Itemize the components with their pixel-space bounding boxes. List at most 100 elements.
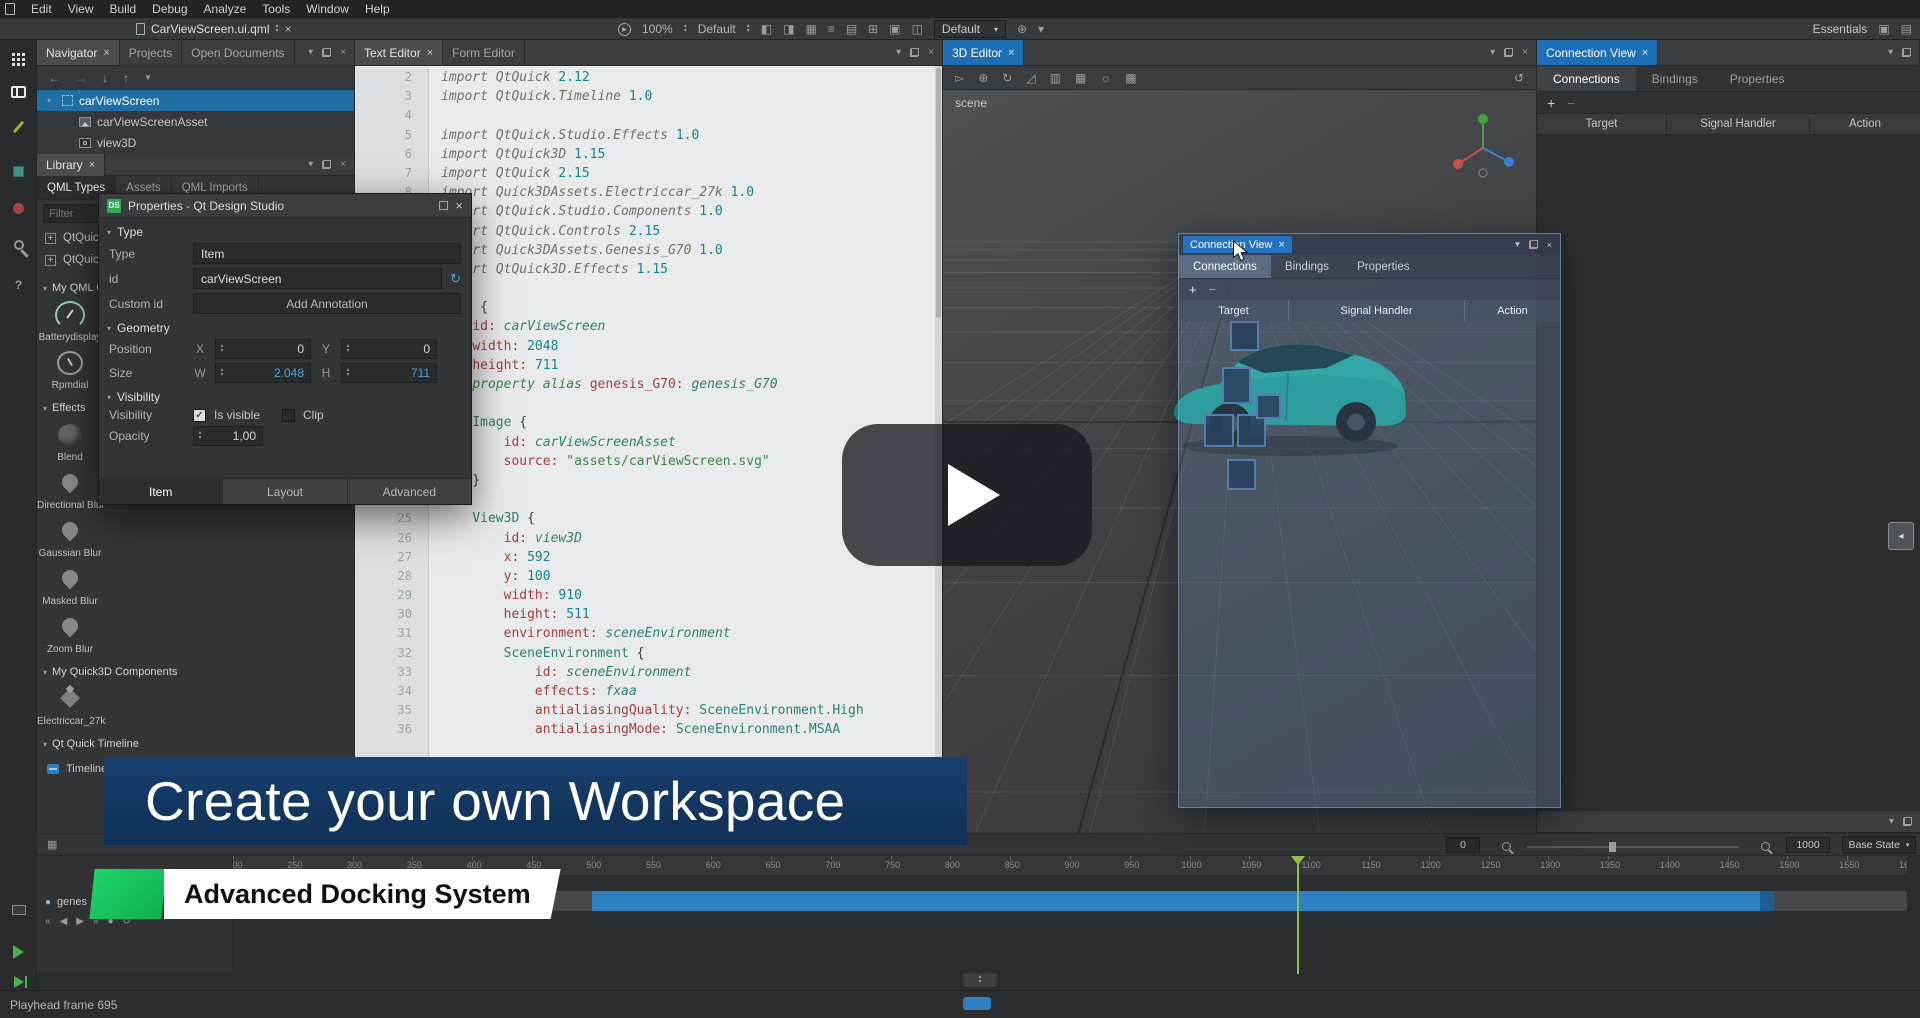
dialog-titlebar[interactable]: DS Properties - Qt Design Studio ×	[99, 194, 471, 218]
tab-text-editor[interactable]: Text Editor×	[355, 40, 443, 65]
remove-connection-button[interactable]: −	[1567, 95, 1575, 111]
welcome-mode-icon[interactable]	[0, 52, 37, 66]
toolbar-icon-3[interactable]: ≡	[828, 22, 835, 36]
y-stepper[interactable]: ▴▾0	[341, 339, 437, 359]
tab-3d-editor[interactable]: 3D Editor×	[943, 40, 1024, 65]
float-panel-icon[interactable]	[322, 48, 331, 57]
column-action[interactable]: Action	[1810, 114, 1920, 134]
section-visibility[interactable]: ▾Visibility	[107, 390, 463, 404]
tools-icon[interactable]	[0, 240, 37, 250]
panel-menu-icon[interactable]: ▾	[1888, 47, 1893, 58]
toolbar-icon-7[interactable]: ◫	[912, 22, 923, 36]
menu-help[interactable]: Help	[357, 2, 398, 16]
timeline-duration-bar[interactable]	[592, 891, 1760, 911]
video-play-button[interactable]	[842, 424, 1092, 566]
playhead-line[interactable]	[1297, 856, 1299, 974]
menu-edit[interactable]: Edit	[23, 2, 60, 16]
editor-scrollbar-thumb[interactable]	[936, 68, 941, 318]
type-field[interactable]: Item	[193, 243, 461, 264]
reset-view-icon[interactable]: ↺	[1514, 71, 1524, 85]
column-target[interactable]: Target	[1179, 300, 1289, 321]
library-item-Zoom Blur[interactable]: Zoom Blur	[37, 613, 103, 655]
navigator-item-view3D[interactable]: view3D	[37, 132, 354, 153]
clip-checkbox[interactable]	[282, 409, 295, 422]
column-target[interactable]: Target	[1537, 114, 1667, 134]
state-select[interactable]: Base State▾	[1842, 836, 1916, 854]
navigator-item-carViewScreenAsset[interactable]: carViewScreenAsset	[37, 111, 354, 132]
tab-item[interactable]: Item	[99, 479, 223, 504]
toolbar-icon-6[interactable]: ▣	[889, 22, 900, 36]
reset-id-icon[interactable]: ↻	[450, 271, 461, 287]
width-stepper[interactable]: ▴▾2.048	[215, 363, 311, 383]
tab-advanced[interactable]: Advanced	[348, 479, 471, 504]
remove-connection-button[interactable]: −	[1209, 282, 1217, 297]
close-icon[interactable]: ×	[1278, 239, 1284, 251]
move-down-icon[interactable]: ↓	[102, 71, 108, 85]
move-up-icon[interactable]: ↑	[123, 71, 129, 85]
float-panel-icon[interactable]	[322, 160, 331, 169]
zoom-fit-icon[interactable]: ▶	[618, 23, 631, 36]
toolbar-right-icon-1[interactable]: ▤	[1901, 22, 1912, 36]
float-panel-icon[interactable]	[1903, 817, 1912, 826]
close-icon[interactable]: ×	[455, 198, 463, 213]
move-left-icon[interactable]: ←	[48, 71, 60, 85]
add-connection-button[interactable]: +	[1189, 282, 1197, 297]
timeline-duration-bar-end[interactable]	[1760, 891, 1774, 911]
close-panel-icon[interactable]: ×	[340, 159, 346, 170]
tab-projects[interactable]: Projects	[120, 40, 182, 65]
float-panel-icon[interactable]	[1902, 48, 1911, 57]
components-icon[interactable]	[0, 166, 37, 177]
properties-dialog[interactable]: DS Properties - Qt Design Studio × ▾Type…	[98, 193, 472, 505]
toolbar-icon-5[interactable]: ⊞	[868, 22, 878, 36]
document-switch-icon[interactable]: ▴▾	[276, 24, 279, 34]
menu-window[interactable]: Window	[298, 2, 357, 16]
navigator-item-carViewScreen[interactable]: ▾carViewScreen	[37, 90, 354, 111]
zoom-slider[interactable]	[1527, 846, 1739, 848]
panel-menu-icon[interactable]: ▾	[308, 159, 313, 170]
edit-mode-icon[interactable]	[0, 120, 37, 134]
expand-plus-icon[interactable]: +	[45, 233, 56, 244]
dragged-connection-view-panel[interactable]: Connection View× ▾× Connections Bindings…	[1178, 233, 1561, 808]
expand-caret-icon[interactable]: ▾	[47, 96, 56, 105]
tab-properties[interactable]: Properties	[1343, 255, 1423, 278]
perspective-label[interactable]: Essentials	[1813, 22, 1868, 36]
zoom-stepper-icon[interactable]: ▴▾	[684, 24, 687, 34]
toolbar-icon-b-1[interactable]: ▾	[1038, 22, 1044, 36]
panel-menu-icon[interactable]: ▾	[1490, 47, 1495, 58]
close-icon[interactable]: ×	[103, 47, 109, 59]
editor3d-tool-icon-2[interactable]: ↻	[1002, 71, 1012, 85]
timeline-collapse-handle[interactable]: ▴▾	[962, 972, 998, 988]
column-action[interactable]: Action	[1465, 300, 1560, 321]
menu-view[interactable]: View	[60, 2, 102, 16]
tab-properties[interactable]: Properties	[1714, 66, 1801, 91]
editor3d-tool-icon-5[interactable]: ▦	[1075, 71, 1086, 85]
tab-library[interactable]: Library×	[37, 154, 105, 176]
tab-form-editor[interactable]: Form Editor	[443, 40, 525, 65]
help-icon[interactable]: ?	[0, 278, 37, 292]
height-stepper[interactable]: ▴▾711	[341, 363, 437, 383]
axis-gizmo[interactable]	[1448, 112, 1518, 178]
debug-mode-icon[interactable]	[0, 203, 37, 214]
zoom-level[interactable]: 100%	[642, 22, 673, 36]
code-area[interactable]: import QtQuick 2.12import QtQuick.Timeli…	[429, 68, 934, 740]
to-start-icon[interactable]: «	[45, 916, 51, 927]
library-item-Batterydisplay[interactable]: Batterydisplay	[37, 301, 103, 343]
library-item-Masked Blur[interactable]: Masked Blur	[37, 565, 103, 607]
filter-icon[interactable]: ▼	[144, 73, 152, 82]
library-item-Electriccar_27k[interactable]: Electriccar_27k	[37, 685, 103, 727]
float-panel-icon[interactable]	[1529, 240, 1538, 249]
editor3d-tool-icon-6[interactable]: ☼	[1100, 71, 1111, 85]
timeline-settings-icon[interactable]: ▦	[47, 838, 57, 851]
menu-tools[interactable]: Tools	[254, 2, 298, 16]
toolbar-icon-0[interactable]: ◧	[761, 22, 772, 36]
tab-connections[interactable]: Connections	[1537, 66, 1636, 91]
toolbar-icon-1[interactable]: ◨	[783, 22, 794, 36]
editor3d-tool-icon-1[interactable]: ⊕	[978, 71, 988, 85]
file-icon[interactable]	[5, 3, 15, 15]
prev-frame-icon[interactable]: ◀	[60, 916, 68, 927]
zoom-start-field[interactable]: 0	[1446, 837, 1480, 853]
panel-menu-icon[interactable]: ▾	[1889, 816, 1894, 827]
library-item-Blend[interactable]: Blend	[37, 421, 103, 463]
float-panel-icon[interactable]	[1504, 48, 1513, 57]
library-item-Gaussian Blur[interactable]: Gaussian Blur	[37, 517, 103, 559]
